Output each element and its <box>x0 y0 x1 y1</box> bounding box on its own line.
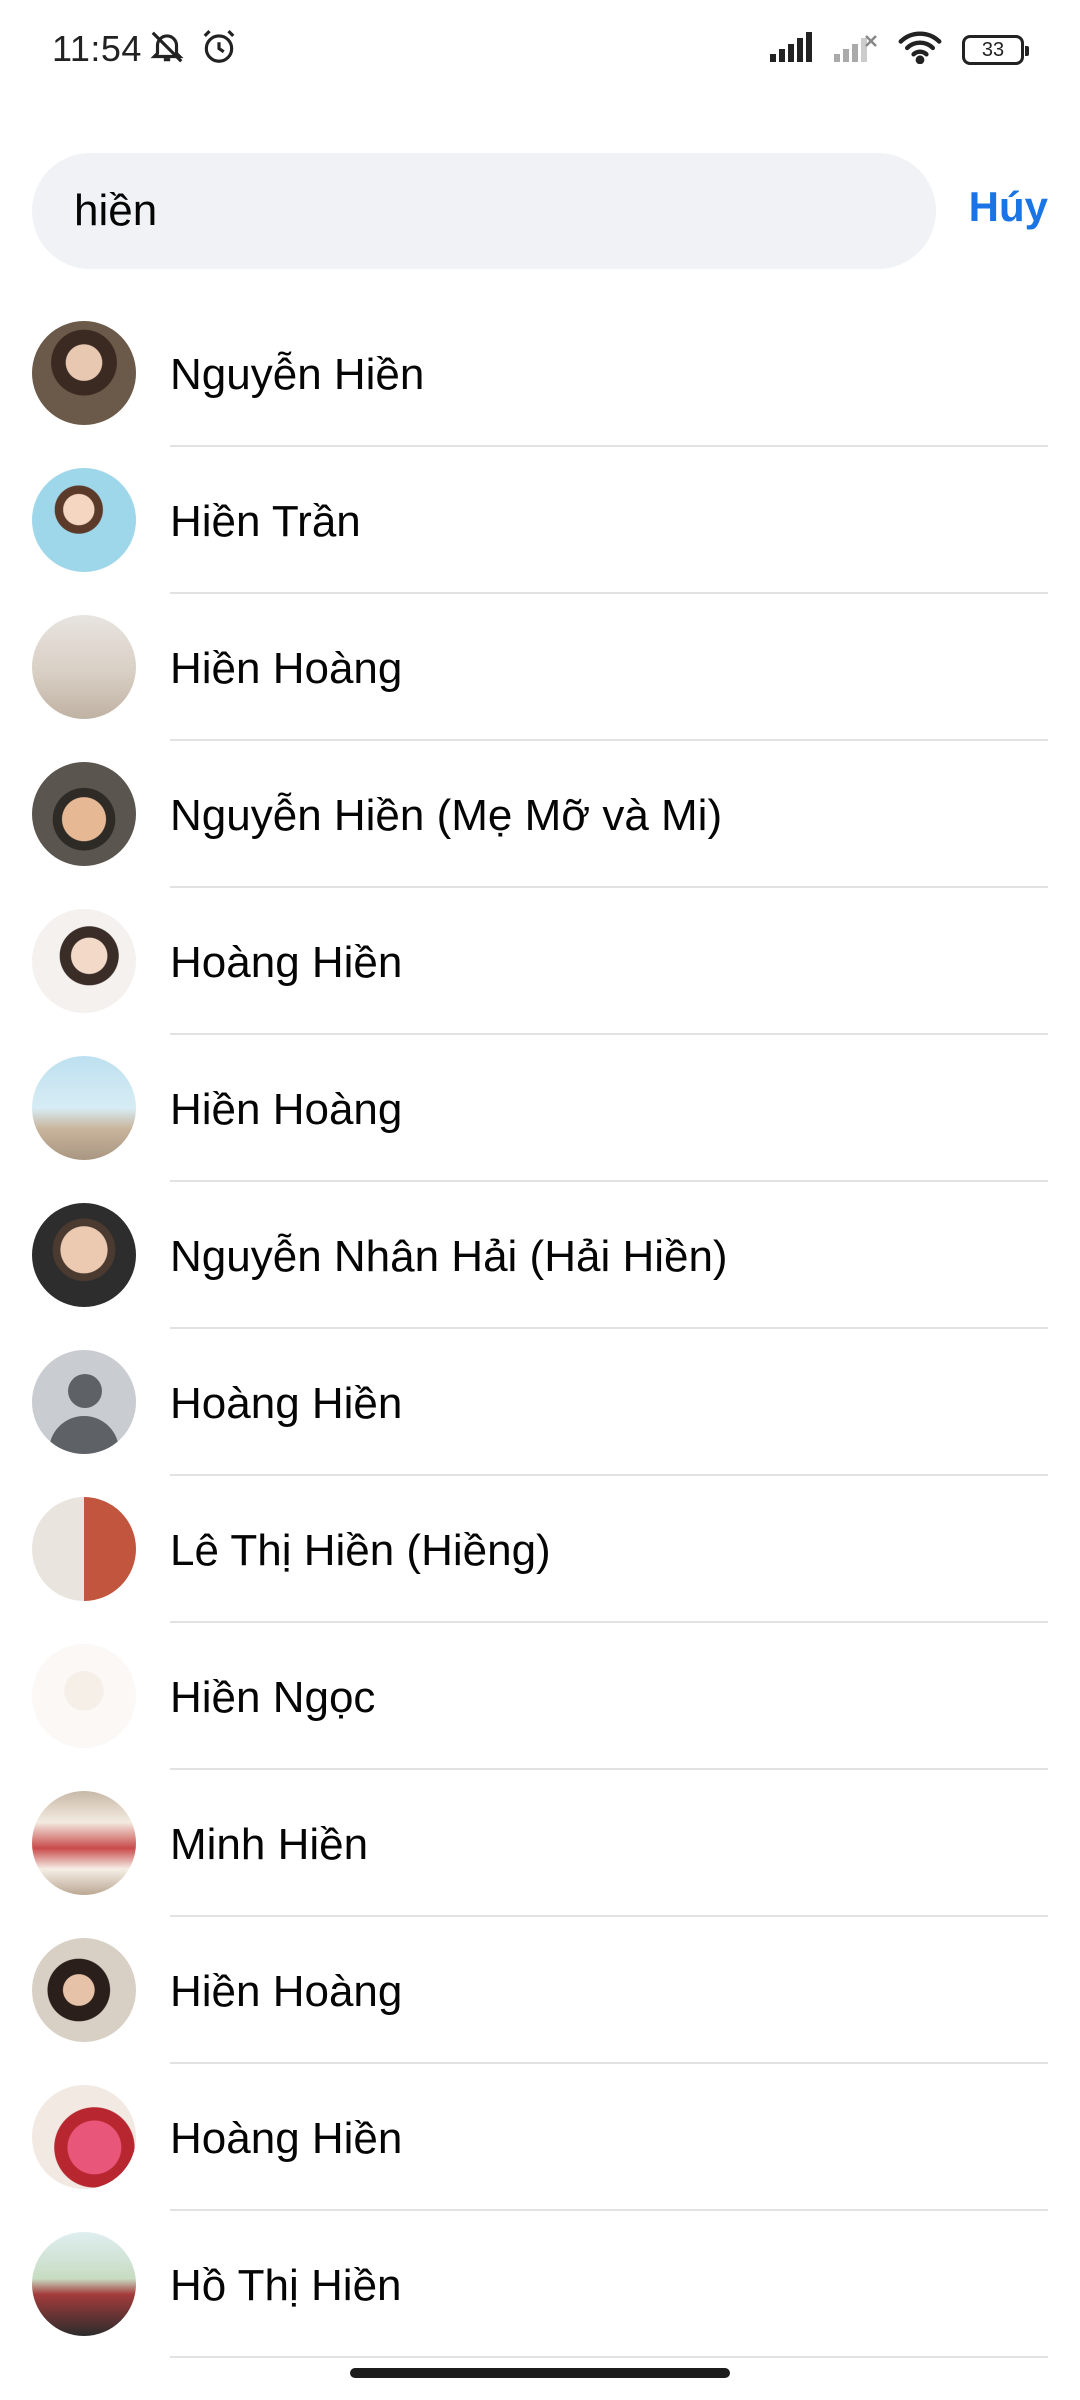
search-input[interactable] <box>74 153 894 269</box>
signal-no-sim-icon <box>834 32 878 67</box>
result-row[interactable]: Hồ Thị Hiền <box>0 2211 1080 2358</box>
avatar <box>32 762 136 866</box>
status-time: 11:54 <box>52 28 142 69</box>
result-row[interactable]: Hiền Hoàng <box>0 594 1080 741</box>
result-row[interactable]: Nguyễn Hiền (Mẹ Mỡ và Mi) <box>0 741 1080 888</box>
result-name: Nguyễn Nhân Hải (Hải Hiền) <box>170 1232 728 1281</box>
result-row[interactable]: Nguyễn Hiền <box>0 300 1080 447</box>
status-bar: 11:54 33 <box>0 0 1080 100</box>
avatar <box>32 321 136 425</box>
default-avatar-icon <box>32 1350 136 1454</box>
result-name: Hiền Hoàng <box>170 1967 403 2016</box>
wifi-icon <box>898 30 942 69</box>
result-name: Lê Thị Hiền (Hiềng) <box>170 1526 551 1575</box>
avatar <box>32 1791 136 1895</box>
result-row[interactable]: Minh Hiền <box>0 1770 1080 1917</box>
result-row[interactable]: Hiền Trần <box>0 447 1080 594</box>
result-row[interactable]: Hoàng Hiền <box>0 2064 1080 2211</box>
result-row[interactable]: Hoàng Hiền <box>0 888 1080 1035</box>
result-row[interactable]: Hiền Hoàng <box>0 1035 1080 1182</box>
alarm-icon <box>200 28 238 71</box>
avatar <box>32 615 136 719</box>
result-row[interactable]: Lê Thị Hiền (Hiềng) <box>0 1476 1080 1623</box>
battery-icon: 33 <box>962 34 1029 65</box>
result-name: Hoàng Hiền <box>170 1379 403 1428</box>
result-name: Hoàng Hiền <box>170 938 403 987</box>
status-right-icons: 33 <box>770 30 1029 69</box>
result-name: Hoàng Hiền <box>170 2114 403 2163</box>
divider <box>170 2356 1048 2358</box>
avatar <box>32 468 136 572</box>
result-row[interactable]: Hoàng Hiền <box>0 1329 1080 1476</box>
result-name: Hiền Hoàng <box>170 644 403 693</box>
result-name: Nguyễn Hiền <box>170 350 425 399</box>
result-name: Nguyễn Hiền (Mẹ Mỡ và Mi) <box>170 791 723 840</box>
avatar <box>32 2085 136 2189</box>
result-row[interactable]: Nguyễn Nhân Hải (Hải Hiền) <box>0 1182 1080 1329</box>
mute-icon <box>148 28 186 71</box>
search-bar[interactable] <box>32 153 936 269</box>
avatar <box>32 1056 136 1160</box>
status-left-icons <box>148 28 238 71</box>
cancel-button[interactable]: Húy <box>969 183 1048 231</box>
avatar <box>32 1938 136 2042</box>
result-name: Hiền Hoàng <box>170 1085 403 1134</box>
result-name: Hiền Ngọc <box>170 1673 376 1722</box>
result-name: Hiền Trần <box>170 497 361 546</box>
result-row[interactable]: Hiền Ngọc <box>0 1623 1080 1770</box>
result-row[interactable]: Hiền Hoàng <box>0 1917 1080 2064</box>
avatar <box>32 909 136 1013</box>
avatar <box>32 1497 136 1601</box>
home-indicator[interactable] <box>350 2368 730 2378</box>
signal-icon <box>770 32 814 67</box>
search-results-list: Nguyễn Hiền Hiền Trần Hiền Hoàng Nguyễn Hiề… <box>0 300 1080 2358</box>
result-name: Minh Hiền <box>170 1820 369 1869</box>
avatar <box>32 1203 136 1307</box>
avatar <box>32 1644 136 1748</box>
result-name: Hồ Thị Hiền <box>170 2261 402 2310</box>
avatar <box>32 2232 136 2336</box>
